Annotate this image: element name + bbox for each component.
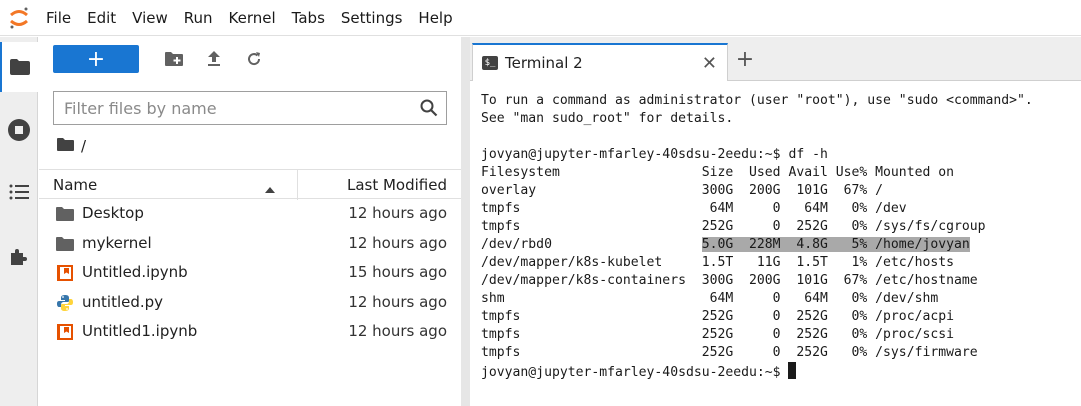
sort-ascending-icon[interactable] [265,179,275,197]
file-row[interactable]: Untitled1.ipynb 12 hours ago [39,317,461,347]
terminal-line-text: tmpfs 252G 0 252G 0% /proc/acpi [481,309,954,324]
file-modified: 15 hours ago [348,263,447,282]
terminal-output[interactable]: To run a command as administrator (user … [470,82,1081,406]
terminal-line-text: jovyan@jupyter-mfarley-40sdsu-2eedu:~$ d… [481,147,828,162]
new-launcher-label: + [86,46,106,72]
file-row[interactable]: Untitled.ipynb 15 hours ago [39,258,461,288]
terminal-icon: $_ [482,56,498,70]
file-modified: 12 hours ago [348,204,447,222]
terminal-line-text: overlay 300G 200G 101G 67% / [481,183,884,198]
terminal-line-text: tmpfs 252G 0 252G 0% /sys/fs/cgroup [481,219,986,234]
terminal-line: /dev/mapper/k8s-kubelet 1.5T 11G 1.5T 1%… [481,254,1081,272]
upload-icon[interactable] [197,45,231,73]
terminal-line: tmpfs 252G 0 252G 0% /proc/scsi [481,326,1081,344]
file-filter-box [53,91,447,125]
terminal-line: overlay 300G 200G 101G 67% / [481,182,1081,200]
terminal-line: tmpfs 252G 0 252G 0% /proc/acpi [481,308,1081,326]
terminal-line-text: shm 64M 0 64M 0% /dev/shm [481,291,939,306]
terminal-line-text: To run a command as administrator (user … [481,93,1033,108]
terminal-line: To run a command as administrator (user … [481,92,1081,110]
terminal-line-text: See "man sudo_root" for details. [481,111,734,126]
terminal-line-text: /dev/rbd0 [481,237,702,252]
menu-view[interactable]: View [124,0,176,36]
file-row[interactable]: untitled.py 12 hours ago [39,288,461,318]
notebook-icon [55,323,75,341]
python-icon [55,294,75,312]
menu-file[interactable]: File [38,0,79,36]
file-row[interactable]: Desktop 12 hours ago [39,199,461,229]
name-column-header[interactable]: Name [53,176,97,194]
file-modified: 12 hours ago [348,322,447,341]
breadcrumb: / [57,137,86,155]
column-divider[interactable] [297,170,298,200]
menu-tabs[interactable]: Tabs [284,0,333,36]
terminal-line: Filesystem Size Used Avail Use% Mounted … [481,164,1081,182]
terminal-line-text: Filesystem Size Used Avail Use% Mounted … [481,165,954,180]
menu-kernel[interactable]: Kernel [221,0,284,36]
jupyter-logo-icon [0,0,38,36]
terminal-line-text: tmpfs 64M 0 64M 0% /dev [481,201,907,216]
menu-edit[interactable]: Edit [79,0,124,36]
terminal-line-text: tmpfs 252G 0 252G 0% /proc/scsi [481,327,954,342]
running-sessions-icon[interactable] [0,105,38,155]
panel-splitter[interactable] [461,37,470,406]
file-modified: 12 hours ago [348,233,447,252]
terminal-line: tmpfs 252G 0 252G 0% /sys/fs/cgroup [481,218,1081,236]
close-icon[interactable]: ✕ [702,53,717,74]
modified-column-header[interactable]: Last Modified [347,176,447,194]
terminal-line: jovyan@jupyter-mfarley-40sdsu-2eedu:~$ d… [481,146,1081,164]
folder-icon [55,235,75,253]
breadcrumb-path[interactable]: / [81,137,86,155]
terminal-line-text: /dev/mapper/k8s-kubelet 1.5T 11G 1.5T 1%… [481,255,954,270]
file-browser: + / Name Last Modified Desktop 12 hours a… [39,37,461,406]
menu-help[interactable]: Help [410,0,460,36]
menu-settings[interactable]: Settings [333,0,411,36]
tab-terminal-2[interactable]: $_ Terminal 2 ✕ [472,43,728,81]
terminal-line-text: /dev/mapper/k8s-containers 300G 200G 101… [481,273,978,288]
file-modified: 12 hours ago [348,292,447,311]
file-browser-tab-icon[interactable] [0,42,38,92]
terminal-line: shm 64M 0 64M 0% /dev/shm [481,290,1081,308]
terminal-line: jovyan@jupyter-mfarley-40sdsu-2eedu:~$ [481,362,1081,380]
new-launcher-button[interactable]: + [53,45,139,73]
terminal-cursor [788,362,797,379]
file-list: Desktop 12 hours ago mykernel 12 hours ago U… [39,199,461,347]
file-row[interactable]: mykernel 12 hours ago [39,229,461,259]
file-name: mykernel [82,233,152,252]
file-name: Desktop [82,204,144,222]
file-name: Untitled.ipynb [82,263,188,282]
file-browser-toolbar: + [53,45,271,73]
home-folder-icon[interactable] [57,137,74,155]
terminal-selection: 5.0G 228M 4.8G 5% /home/jovyan [701,237,970,252]
terminal-line: /dev/mapper/k8s-containers 300G 200G 101… [481,272,1081,290]
terminal-line: /dev/rbd0 5.0G 228M 4.8G 5% /home/jovyan [481,236,1081,254]
refresh-icon[interactable] [237,45,271,73]
tab-label: Terminal 2 [505,54,583,72]
terminal-line: tmpfs 252G 0 252G 0% /sys/firmware [481,344,1081,362]
new-folder-icon[interactable] [157,45,191,73]
main-tab-bar: $_ Terminal 2 ✕ + [470,37,1081,81]
notebook-icon [55,264,75,282]
file-name: Untitled1.ipynb [82,322,198,341]
file-name: untitled.py [82,292,164,311]
add-tab-button[interactable]: + [730,43,760,75]
menu-bar: File Edit View Run Kernel Tabs Settings Help [0,0,1081,36]
file-list-header: Name Last Modified [39,169,461,200]
table-of-contents-icon[interactable] [0,167,38,217]
folder-icon [55,205,75,223]
activity-bar [0,37,38,406]
menu-run[interactable]: Run [176,0,221,36]
terminal-line-text: jovyan@jupyter-mfarley-40sdsu-2eedu:~$ [481,365,789,380]
terminal-line-text: tmpfs 252G 0 252G 0% /sys/firmware [481,345,978,360]
terminal-line: tmpfs 64M 0 64M 0% /dev [481,200,1081,218]
terminal-line: See "man sudo_root" for details. [481,110,1081,128]
extension-manager-icon[interactable] [0,232,38,282]
file-filter-input[interactable] [64,98,404,118]
search-icon [420,99,438,121]
